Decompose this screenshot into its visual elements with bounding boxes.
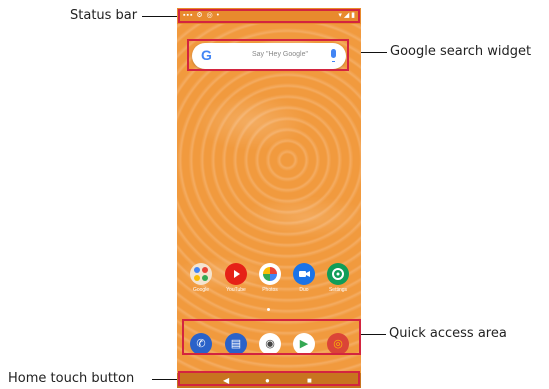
page-indicator [267,308,270,311]
quick-access-area-callout: Quick access area [389,326,507,341]
status-bar-leader [142,16,178,17]
status-bar-callout: Status bar [70,8,138,23]
settings-icon[interactable] [327,263,349,285]
duo-icon[interactable] [293,263,315,285]
app-label: Google [192,287,210,293]
search-widget-highlight [187,39,349,71]
google-search-widget-callout: Google search widget [390,44,532,59]
app-label: YouTube [226,287,246,293]
app-label: Photos [262,287,278,293]
app-label: Settings [328,287,348,293]
quick-access-highlight [182,319,361,355]
home-touch-button-callout: Home touch button [8,371,135,386]
home-button-highlight [178,371,360,386]
status-bar-highlight [178,9,360,23]
quick-access-leader [361,334,386,335]
google-folder-icon[interactable] [190,263,212,285]
home-touch-leader [152,379,178,380]
youtube-icon[interactable] [225,263,247,285]
photos-icon[interactable] [259,263,281,285]
app-label: Duo [299,287,309,293]
